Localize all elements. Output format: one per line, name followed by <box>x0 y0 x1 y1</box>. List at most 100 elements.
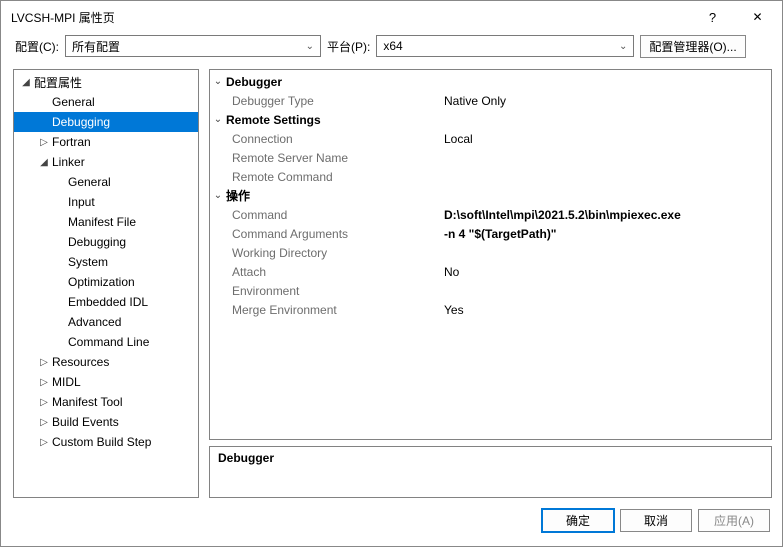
tree-item[interactable]: Advanced <box>14 312 198 332</box>
chevron-down-icon: ⌄ <box>210 76 226 87</box>
tree-label: Advanced <box>68 315 194 329</box>
help-icon: ? <box>709 10 716 25</box>
tree-root[interactable]: ◢配置属性 <box>14 72 198 92</box>
property-grid[interactable]: ⌄DebuggerDebugger TypeNative Only⌄Remote… <box>209 69 772 440</box>
property-name: Remote Server Name <box>210 151 440 165</box>
close-icon: ✕ <box>752 10 762 24</box>
grid-group-header[interactable]: ⌄操作 <box>210 186 771 205</box>
toolbar: 配置(C): 所有配置 ⌄ 平台(P): x64 ⌄ 配置管理器(O)... <box>1 33 782 61</box>
chevron-down-icon: ⌄ <box>619 41 627 52</box>
tree-label: Embedded IDL <box>68 295 194 309</box>
config-manager-button[interactable]: 配置管理器(O)... <box>640 35 745 58</box>
grid-group-header[interactable]: ⌄Debugger <box>210 72 771 91</box>
tree-label: Linker <box>52 155 194 169</box>
grid-row[interactable]: Remote Server Name <box>210 148 771 167</box>
tree-item[interactable]: Input <box>14 192 198 212</box>
tree-item[interactable]: Optimization <box>14 272 198 292</box>
tree-item[interactable]: ▷MIDL <box>14 372 198 392</box>
tree-item[interactable]: Manifest File <box>14 212 198 232</box>
grid-group-header[interactable]: ⌄Remote Settings <box>210 110 771 129</box>
tree-label: Build Events <box>52 415 194 429</box>
tree-label: General <box>52 95 194 109</box>
description-panel: Debugger <box>209 446 772 498</box>
tree-label: Debugging <box>68 235 194 249</box>
group-label: Debugger <box>226 75 282 89</box>
right-panel: ⌄DebuggerDebugger TypeNative Only⌄Remote… <box>209 69 772 498</box>
ok-button[interactable]: 确定 <box>542 509 614 532</box>
chevron-down-icon: ◢ <box>20 77 32 88</box>
tree-item[interactable]: General <box>14 172 198 192</box>
tree-label: Debugging <box>52 115 194 129</box>
titlebar: LVCSH-MPI 属性页 ? ✕ <box>1 1 782 33</box>
property-value[interactable]: Local <box>440 132 771 146</box>
platform-label: 平台(P): <box>327 38 370 55</box>
tree-item[interactable]: ▷Resources <box>14 352 198 372</box>
footer: 确定 取消 应用(A) <box>1 502 782 546</box>
tree-item[interactable]: ▷Build Events <box>14 412 198 432</box>
property-value[interactable]: No <box>440 265 771 279</box>
tree-item[interactable]: Debugging <box>14 112 198 132</box>
property-name: Working Directory <box>210 246 440 260</box>
property-name: Command Arguments <box>210 227 440 241</box>
property-name: Merge Environment <box>210 303 440 317</box>
description-title: Debugger <box>218 451 763 465</box>
chevron-down-icon: ⌄ <box>306 41 314 52</box>
tree-label: Custom Build Step <box>52 435 194 449</box>
tree-label: Command Line <box>68 335 194 349</box>
tree-item[interactable]: ◢Linker <box>14 152 198 172</box>
tree-label: Fortran <box>52 135 194 149</box>
property-pages-dialog: LVCSH-MPI 属性页 ? ✕ 配置(C): 所有配置 ⌄ 平台(P): x… <box>0 0 783 547</box>
tree-item[interactable]: ▷Manifest Tool <box>14 392 198 412</box>
expand-icon: ▷ <box>38 357 50 368</box>
property-value[interactable]: D:\soft\Intel\mpi\2021.5.2\bin\mpiexec.e… <box>440 208 771 222</box>
tree-label: Input <box>68 195 194 209</box>
property-name: Attach <box>210 265 440 279</box>
grid-row[interactable]: Command Arguments-n 4 "$(TargetPath)" <box>210 224 771 243</box>
grid-row[interactable]: ConnectionLocal <box>210 129 771 148</box>
property-name: Environment <box>210 284 440 298</box>
nav-tree[interactable]: ◢配置属性GeneralDebugging▷Fortran◢LinkerGene… <box>13 69 199 498</box>
property-value[interactable]: Yes <box>440 303 771 317</box>
expand-icon: ▷ <box>38 437 50 448</box>
grid-row[interactable]: Merge EnvironmentYes <box>210 300 771 319</box>
group-label: Remote Settings <box>226 113 321 127</box>
tree-label: Resources <box>52 355 194 369</box>
help-button[interactable]: ? <box>690 2 735 32</box>
tree-item[interactable]: ▷Fortran <box>14 132 198 152</box>
expand-icon: ▷ <box>38 377 50 388</box>
expand-icon: ▷ <box>38 137 50 148</box>
config-combo[interactable]: 所有配置 ⌄ <box>65 35 321 57</box>
tree-item[interactable]: Embedded IDL <box>14 292 198 312</box>
grid-row[interactable]: Working Directory <box>210 243 771 262</box>
tree-label: Manifest File <box>68 215 194 229</box>
group-label: 操作 <box>226 187 250 204</box>
close-button[interactable]: ✕ <box>735 2 780 32</box>
grid-row[interactable]: Debugger TypeNative Only <box>210 91 771 110</box>
grid-row[interactable]: Remote Command <box>210 167 771 186</box>
grid-row[interactable]: CommandD:\soft\Intel\mpi\2021.5.2\bin\mp… <box>210 205 771 224</box>
tree-label: MIDL <box>52 375 194 389</box>
property-name: Debugger Type <box>210 94 440 108</box>
tree-item[interactable]: Command Line <box>14 332 198 352</box>
tree-label: Optimization <box>68 275 194 289</box>
tree-item[interactable]: System <box>14 252 198 272</box>
property-name: Command <box>210 208 440 222</box>
property-name: Remote Command <box>210 170 440 184</box>
cancel-button[interactable]: 取消 <box>620 509 692 532</box>
tree-label: System <box>68 255 194 269</box>
expand-icon: ▷ <box>38 397 50 408</box>
config-label: 配置(C): <box>15 38 59 55</box>
grid-row[interactable]: AttachNo <box>210 262 771 281</box>
tree-item[interactable]: General <box>14 92 198 112</box>
expand-icon: ◢ <box>38 157 50 168</box>
property-value[interactable]: -n 4 "$(TargetPath)" <box>440 227 771 241</box>
property-value[interactable]: Native Only <box>440 94 771 108</box>
tree-label: General <box>68 175 194 189</box>
grid-row[interactable]: Environment <box>210 281 771 300</box>
platform-value: x64 <box>383 39 402 53</box>
chevron-down-icon: ⌄ <box>210 190 226 201</box>
tree-item[interactable]: ▷Custom Build Step <box>14 432 198 452</box>
tree-item[interactable]: Debugging <box>14 232 198 252</box>
apply-button[interactable]: 应用(A) <box>698 509 770 532</box>
platform-combo[interactable]: x64 ⌄ <box>376 35 634 57</box>
